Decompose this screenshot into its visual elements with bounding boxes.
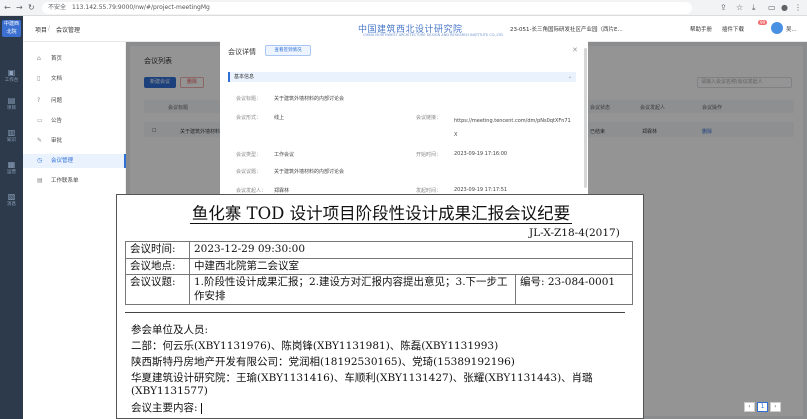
url-text: 113.142.55.79:9000/nw/#/project-meetingM…: [72, 4, 210, 11]
topic-value: 1.阶段性设计成果汇报；2.建设方对汇报内容提出意见；3.下一步工作安排: [189, 274, 516, 305]
section-basic-info[interactable]: 基本信息 ⌄: [228, 72, 576, 82]
breadcrumb-separator: /: [48, 25, 51, 32]
field-label-issue-time: 发起时间：: [416, 188, 442, 194]
field-value-topic: 关于建筑外墙材料的内部讨论会: [274, 169, 345, 175]
field-value-initiator: 郑霖林: [274, 188, 290, 194]
attendee-line: 华夏建筑设计研究院：王瑜(XBY1131416)、车顺利(XBY1131427)…: [131, 372, 593, 397]
meeting-icon: ◷: [37, 157, 43, 164]
user-name[interactable]: 吴...: [786, 25, 797, 33]
prev-page-button[interactable]: ‹: [744, 402, 755, 412]
breadcrumb-current: 会议管理: [56, 27, 81, 34]
nav-item-approval[interactable]: ✎ 审批: [23, 134, 126, 148]
field-label-topic: 会议议题：: [236, 169, 262, 175]
document-number: 编号: 23-084-0001: [515, 274, 633, 305]
field-label-subject: 会议标题：: [236, 96, 262, 102]
field-value-issue-time: 2023-09-19 17:17:51: [454, 187, 508, 193]
field-label-type: 会议类型：: [236, 152, 262, 158]
home-icon: ⌂: [37, 55, 41, 62]
sidebar-item-workbench[interactable]: ▣ 工作台: [0, 68, 23, 83]
field-label-form: 会议形式：: [236, 115, 262, 121]
text-cursor: [200, 402, 202, 414]
security-warning: 不安全: [48, 4, 67, 11]
next-page-button[interactable]: ›: [770, 402, 781, 412]
document-icon: ▯: [37, 75, 41, 82]
share-icon[interactable]: ⇪: [720, 3, 727, 12]
desktop-icon: ▣: [7, 68, 16, 77]
time-value: 2023-12-29 09:30:00: [189, 241, 633, 259]
field-value-subject: 关于建筑外墙材料的内部讨论会: [274, 96, 345, 102]
left-navigation: ⌂ 首页 ▯ 文档 ? 问题 ▭ 公告 ✎ 审批 ◷ 会议管理 ▤ 工作联系单: [23, 42, 126, 419]
reload-icon[interactable]: ↻: [28, 3, 35, 12]
notice-icon: ▭: [37, 117, 43, 124]
nav-item-contact-sheet[interactable]: ▤ 工作联系单: [23, 174, 126, 188]
browser-toolbar: ← → ↻ 不安全 113.142.55.79:9000/nw/#/project…: [0, 0, 807, 16]
meeting-minutes-document: 鱼化寨 TOD 设计项目阶段性设计成果汇报会议纪要 JL-X-Z18-4(201…: [116, 194, 644, 419]
address-bar[interactable]: 不安全 113.142.55.79:9000/nw/#/project-meeti…: [42, 2, 692, 14]
nav-item-notice[interactable]: ▭ 公告: [23, 114, 126, 128]
field-label-start: 开始时间：: [416, 152, 442, 158]
nav-item-issues[interactable]: ? 问题: [23, 94, 126, 108]
sheet-icon: ▤: [37, 177, 43, 184]
time-label: 会议时间:: [125, 241, 190, 259]
document-title: 鱼化寨 TOD 设计项目阶段性设计成果汇报会议纪要: [189, 204, 573, 224]
meeting-detail-dialog: 会议详情 查看签到情况 ✕ 基本信息 ⌄ 会议标题： 关于建筑外墙材料的内部讨论会…: [220, 37, 588, 197]
chart-icon: ▦: [7, 160, 16, 169]
sidebar-item-message[interactable]: ▧ 消息: [0, 192, 23, 207]
avatar[interactable]: [771, 22, 783, 34]
field-value-form: 线上: [274, 115, 285, 121]
star-icon[interactable]: ☆: [736, 3, 743, 12]
profile-icon[interactable]: ●: [781, 3, 788, 12]
nav-item-meeting[interactable]: ◷ 会议管理: [23, 154, 126, 168]
place-value: 中建西北院第二会议室: [189, 257, 633, 275]
plugin-download-link[interactable]: 插件下载: [722, 25, 744, 33]
field-label-link: 会议链接：: [416, 115, 442, 121]
topic-label: 会议议题:: [125, 274, 190, 305]
notification-badge: 99: [758, 20, 768, 25]
app-sidebar: 中建西北院 ▣ 工作台 ▤ 项目 ▥ 知识 ▦ 运营 ▧ 消息: [0, 16, 23, 419]
help-link[interactable]: 帮助手册: [690, 25, 712, 33]
menu-icon[interactable]: ⋮: [794, 3, 802, 12]
attendee-line: 二部：何云乐(XBY1131976)、陈岗锋(XBY1131981)、陈磊(XB…: [131, 340, 499, 352]
folder-icon: ▤: [7, 96, 16, 105]
attendees-label: 参会单位及人员:: [131, 324, 209, 336]
close-icon[interactable]: ✕: [572, 46, 578, 54]
nav-item-home[interactable]: ⌂ 首页: [23, 52, 126, 66]
dialog-scrollbar[interactable]: [584, 48, 587, 188]
dialog-title: 会议详情: [228, 48, 256, 56]
sidebar-item-project[interactable]: ▤ 项目: [0, 96, 23, 111]
tab-icon[interactable]: ▭: [768, 3, 776, 12]
field-value-start: 2023-09-19 17:16:00: [454, 151, 508, 157]
place-label: 会议地点:: [125, 257, 190, 275]
page-number-button[interactable]: 1: [757, 402, 768, 412]
forward-icon[interactable]: →: [16, 3, 23, 12]
view-signin-button[interactable]: 查看签到情况: [265, 45, 311, 56]
app-logo: 中建西北院: [2, 20, 21, 37]
attendee-line: 陕西斯特丹房地产开发有限公司：党润相(18192530165)、党琦(15389…: [131, 356, 515, 368]
nav-item-docs[interactable]: ▯ 文档: [23, 72, 126, 86]
book-icon: ▥: [7, 128, 16, 137]
sidebar-item-knowledge[interactable]: ▥ 知识: [0, 128, 23, 143]
chevron-down-icon: ⌄: [567, 74, 572, 80]
question-icon: ?: [37, 97, 41, 104]
download-icon[interactable]: ⤓: [752, 3, 756, 13]
back-icon[interactable]: ←: [4, 3, 11, 12]
bell-icon: ▧: [7, 192, 16, 201]
breadcrumb-root[interactable]: 项目: [35, 25, 47, 34]
divider: [125, 312, 625, 313]
project-selector[interactable]: 23-051-长三角国际研发社区产业园（西片E...: [510, 25, 623, 33]
pagination: ‹ 1 ›: [742, 402, 781, 412]
sidebar-item-operation[interactable]: ▦ 运营: [0, 160, 23, 175]
stamp-icon: ✎: [37, 137, 43, 144]
field-label-initiator: 会议发起人：: [236, 188, 267, 194]
document-code: JL-X-Z18-4(2017): [529, 227, 620, 239]
field-value-type: 工作会议: [274, 152, 295, 158]
content-input[interactable]: 会议主要内容:: [131, 400, 202, 415]
minutes-info-table: 会议时间: 2023-12-29 09:30:00 会议地点: 中建西北院第二会…: [125, 241, 633, 305]
field-value-link[interactable]: https://meeting.tencent.com/dm/pNs0qtXFn…: [454, 114, 572, 142]
